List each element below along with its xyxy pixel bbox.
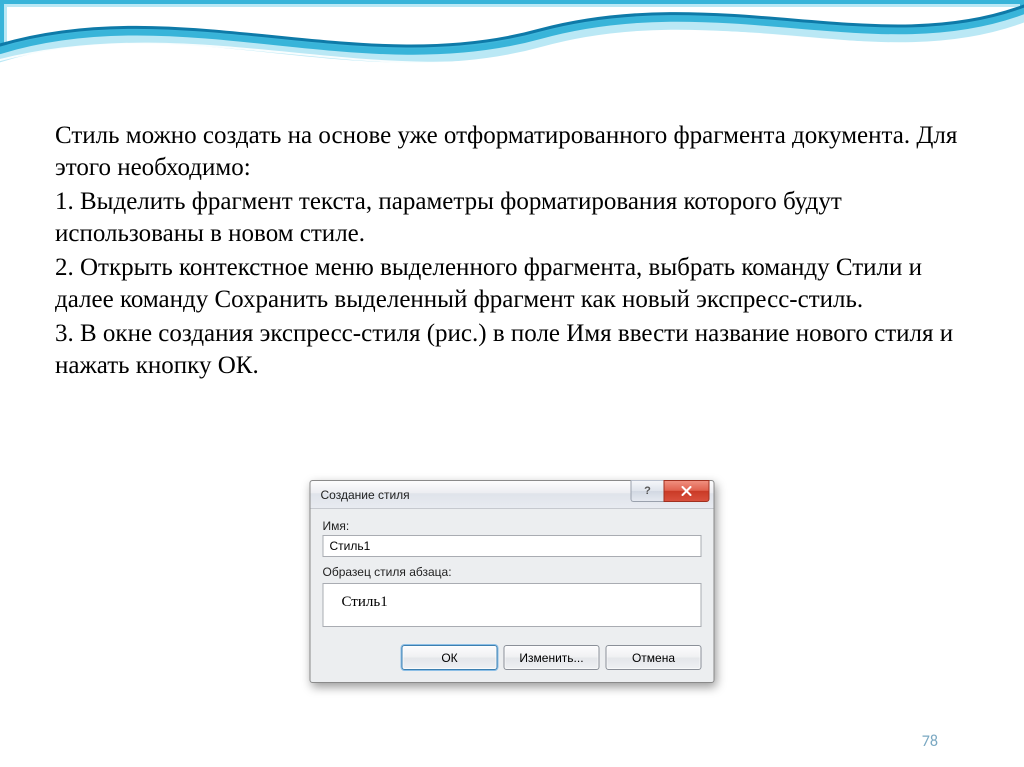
create-style-dialog: Создание стиля ? Имя: Образец стиля абза…	[310, 480, 715, 683]
close-button[interactable]	[664, 480, 710, 502]
sample-label: Образец стиля абзаца:	[323, 565, 702, 579]
ok-button[interactable]: ОК	[402, 645, 498, 670]
help-icon: ?	[644, 485, 651, 497]
help-button[interactable]: ?	[631, 480, 664, 502]
dialog-titlebar[interactable]: Создание стиля ?	[311, 481, 714, 509]
paragraph-step-1: 1. Выделить фрагмент текста, параметры ф…	[55, 186, 975, 250]
paragraph-intro: Стиль можно создать на основе уже отформ…	[55, 120, 975, 184]
paragraph-step-3: 3. В окне создания экспресс-стиля (рис.)…	[55, 318, 975, 382]
slide-text-block: Стиль можно создать на основе уже отформ…	[55, 120, 975, 384]
name-label: Имя:	[323, 519, 702, 533]
close-icon	[681, 486, 693, 496]
dialog-title: Создание стиля	[321, 488, 410, 502]
modify-button[interactable]: Изменить...	[504, 645, 600, 670]
page-number: 78	[922, 732, 938, 751]
paragraph-step-2: 2. Открыть контекстное меню выделенного …	[55, 252, 975, 316]
dialog-footer: ОК Изменить... Отмена	[311, 639, 714, 682]
sample-preview: Стиль1	[323, 583, 702, 627]
cancel-button[interactable]: Отмена	[606, 645, 702, 670]
decorative-wave	[0, 0, 1024, 90]
name-input[interactable]	[323, 535, 702, 557]
